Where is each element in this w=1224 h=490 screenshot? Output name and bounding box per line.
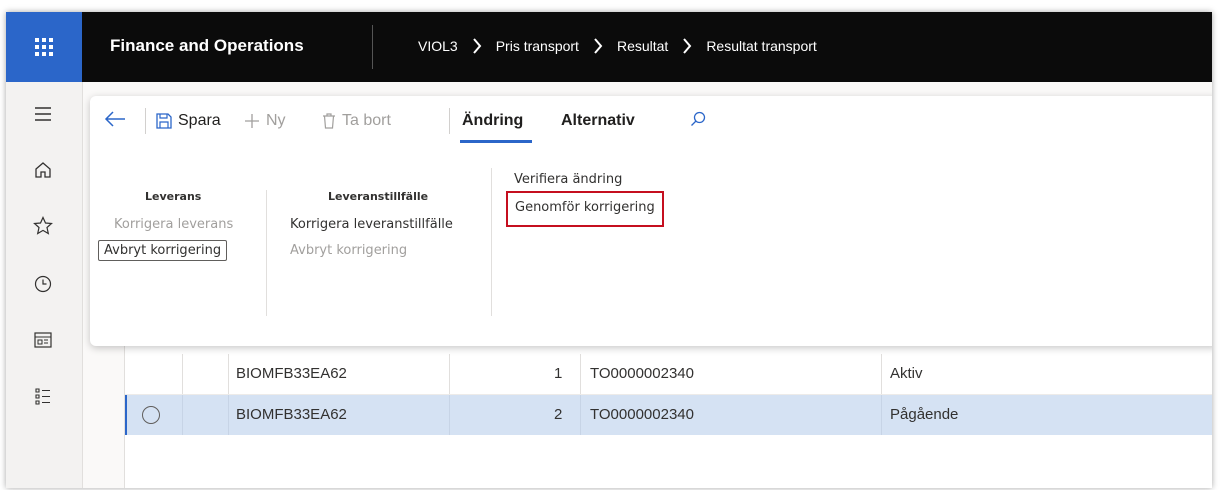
toolbar-divider <box>145 108 146 134</box>
workspace-icon[interactable] <box>31 328 55 352</box>
delete-button[interactable]: Ta bort <box>322 112 391 130</box>
tab-andring[interactable]: Ändring <box>462 112 523 130</box>
top-navigation-bar: Finance and Operations VIOL3 Pris transp… <box>6 12 1212 82</box>
action-pane: Spara Ny Ta bort Ändring Alternativ Leve… <box>90 96 1212 346</box>
save-button[interactable]: Spara <box>156 112 221 130</box>
genomfor-korrigering-button[interactable]: Genomför korrigering <box>506 191 664 227</box>
row-select-radio[interactable] <box>142 406 160 424</box>
clock-icon[interactable] <box>31 272 55 296</box>
cell-code: BIOMFB33EA62 <box>236 365 347 382</box>
korrigera-leverans-button[interactable]: Korrigera leverans <box>114 217 233 232</box>
group-divider <box>266 190 267 316</box>
app-launcher-button[interactable] <box>6 12 82 82</box>
cell-line: 2 <box>554 406 563 423</box>
chevron-right-icon <box>593 38 603 54</box>
cell-order: TO0000002340 <box>590 406 694 423</box>
cell-order: TO0000002340 <box>590 365 694 382</box>
list-icon[interactable] <box>31 384 55 408</box>
menu-icon[interactable] <box>31 102 55 126</box>
breadcrumb: VIOL3 Pris transport Resultat Resultat t… <box>418 38 817 54</box>
tab-alternativ[interactable]: Alternativ <box>561 112 635 130</box>
korrigera-leveranstillfalle-button[interactable]: Korrigera leveranstillfälle <box>290 217 453 232</box>
grid-border <box>124 342 125 488</box>
breadcrumb-item-resultat[interactable]: Resultat <box>617 38 668 54</box>
group-divider <box>491 168 492 316</box>
action-toolbar: Spara Ny Ta bort Ändring Alternativ <box>90 96 1212 148</box>
waffle-icon <box>35 38 53 56</box>
left-navigation-pane <box>6 82 83 488</box>
chevron-right-icon <box>682 38 692 54</box>
cell-status: Aktiv <box>890 365 923 382</box>
app-window: Finance and Operations VIOL3 Pris transp… <box>6 12 1212 488</box>
cell-line: 1 <box>554 365 563 382</box>
avbryt-korrigering-leveranstillfalle-button[interactable]: Avbryt korrigering <box>290 243 407 258</box>
chevron-right-icon <box>472 38 482 54</box>
plus-icon <box>245 114 259 128</box>
save-label: Spara <box>178 112 221 129</box>
group-title-leveranstillfalle: Leveranstillfälle <box>328 190 429 203</box>
cell-status: Pågående <box>890 406 959 423</box>
new-button[interactable]: Ny <box>244 112 286 130</box>
search-icon <box>691 111 706 126</box>
home-icon[interactable] <box>31 158 55 182</box>
table-row[interactable]: BIOMFB33EA62 1 TO0000002340 Aktiv <box>124 354 1212 395</box>
active-tab-indicator <box>460 140 532 143</box>
breadcrumb-item-pris-transport[interactable]: Pris transport <box>496 38 579 54</box>
trash-icon <box>323 113 335 129</box>
breadcrumb-item-resultat-transport[interactable]: Resultat transport <box>706 38 817 54</box>
breadcrumb-item-company[interactable]: VIOL3 <box>418 38 458 54</box>
arrow-left-icon <box>104 111 125 127</box>
cell-code: BIOMFB33EA62 <box>236 406 347 423</box>
new-label: Ny <box>266 112 286 129</box>
app-title[interactable]: Finance and Operations <box>110 36 304 56</box>
back-button[interactable] <box>104 110 126 128</box>
results-grid: BIOMFB33EA62 1 TO0000002340 Aktiv BIOMFB… <box>124 342 1212 488</box>
delete-label: Ta bort <box>342 112 391 129</box>
verifiera-andring-button[interactable]: Verifiera ändring <box>514 172 622 187</box>
save-icon <box>156 113 172 129</box>
group-title-leverans: Leverans <box>145 190 202 203</box>
topbar-divider <box>372 25 373 69</box>
table-row-selected[interactable]: BIOMFB33EA62 2 TO0000002340 Pågående <box>124 395 1212 435</box>
search-button[interactable] <box>690 111 706 127</box>
avbryt-korrigering-leverans-button[interactable]: Avbryt korrigering <box>98 240 228 261</box>
star-icon[interactable] <box>31 214 55 238</box>
toolbar-divider <box>449 108 450 134</box>
